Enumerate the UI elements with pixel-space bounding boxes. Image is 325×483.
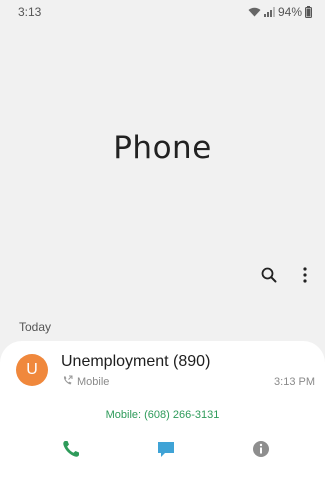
status-icons: 94% <box>248 5 312 19</box>
call-button[interactable] <box>59 439 83 463</box>
call-time: 3:13 PM <box>274 376 315 388</box>
message-button[interactable] <box>154 439 178 463</box>
call-type-label: Mobile <box>77 376 110 388</box>
call-actions <box>0 439 325 463</box>
info-icon <box>252 440 270 463</box>
message-icon <box>156 439 176 464</box>
more-options-icon <box>303 266 307 288</box>
signal-icon <box>263 7 275 17</box>
outgoing-call-icon <box>62 375 73 389</box>
call-icon <box>61 439 81 464</box>
toolbar <box>261 266 313 288</box>
battery-icon <box>305 6 312 18</box>
battery-percent: 94% <box>277 5 302 19</box>
more-options-button[interactable] <box>297 266 313 288</box>
wifi-icon <box>248 7 261 17</box>
status-time: 3:13 <box>18 5 42 19</box>
phone-number-link[interactable]: Mobile: (608) 266-3131 <box>0 409 325 421</box>
section-label-today: Today <box>19 320 52 334</box>
status-bar: 3:13 94% <box>0 0 325 24</box>
search-icon <box>261 267 277 288</box>
page-title: Phone <box>113 130 212 166</box>
call-type-row: Mobile <box>62 375 109 389</box>
info-button[interactable] <box>249 439 273 463</box>
search-button[interactable] <box>261 266 277 288</box>
avatar[interactable]: U <box>16 354 48 386</box>
recent-call-card[interactable]: U Unemployment (890) Mobile 3:13 PM Mobi… <box>0 341 325 483</box>
avatar-letter: U <box>26 361 38 378</box>
contact-name: Unemployment (890) <box>61 353 211 370</box>
